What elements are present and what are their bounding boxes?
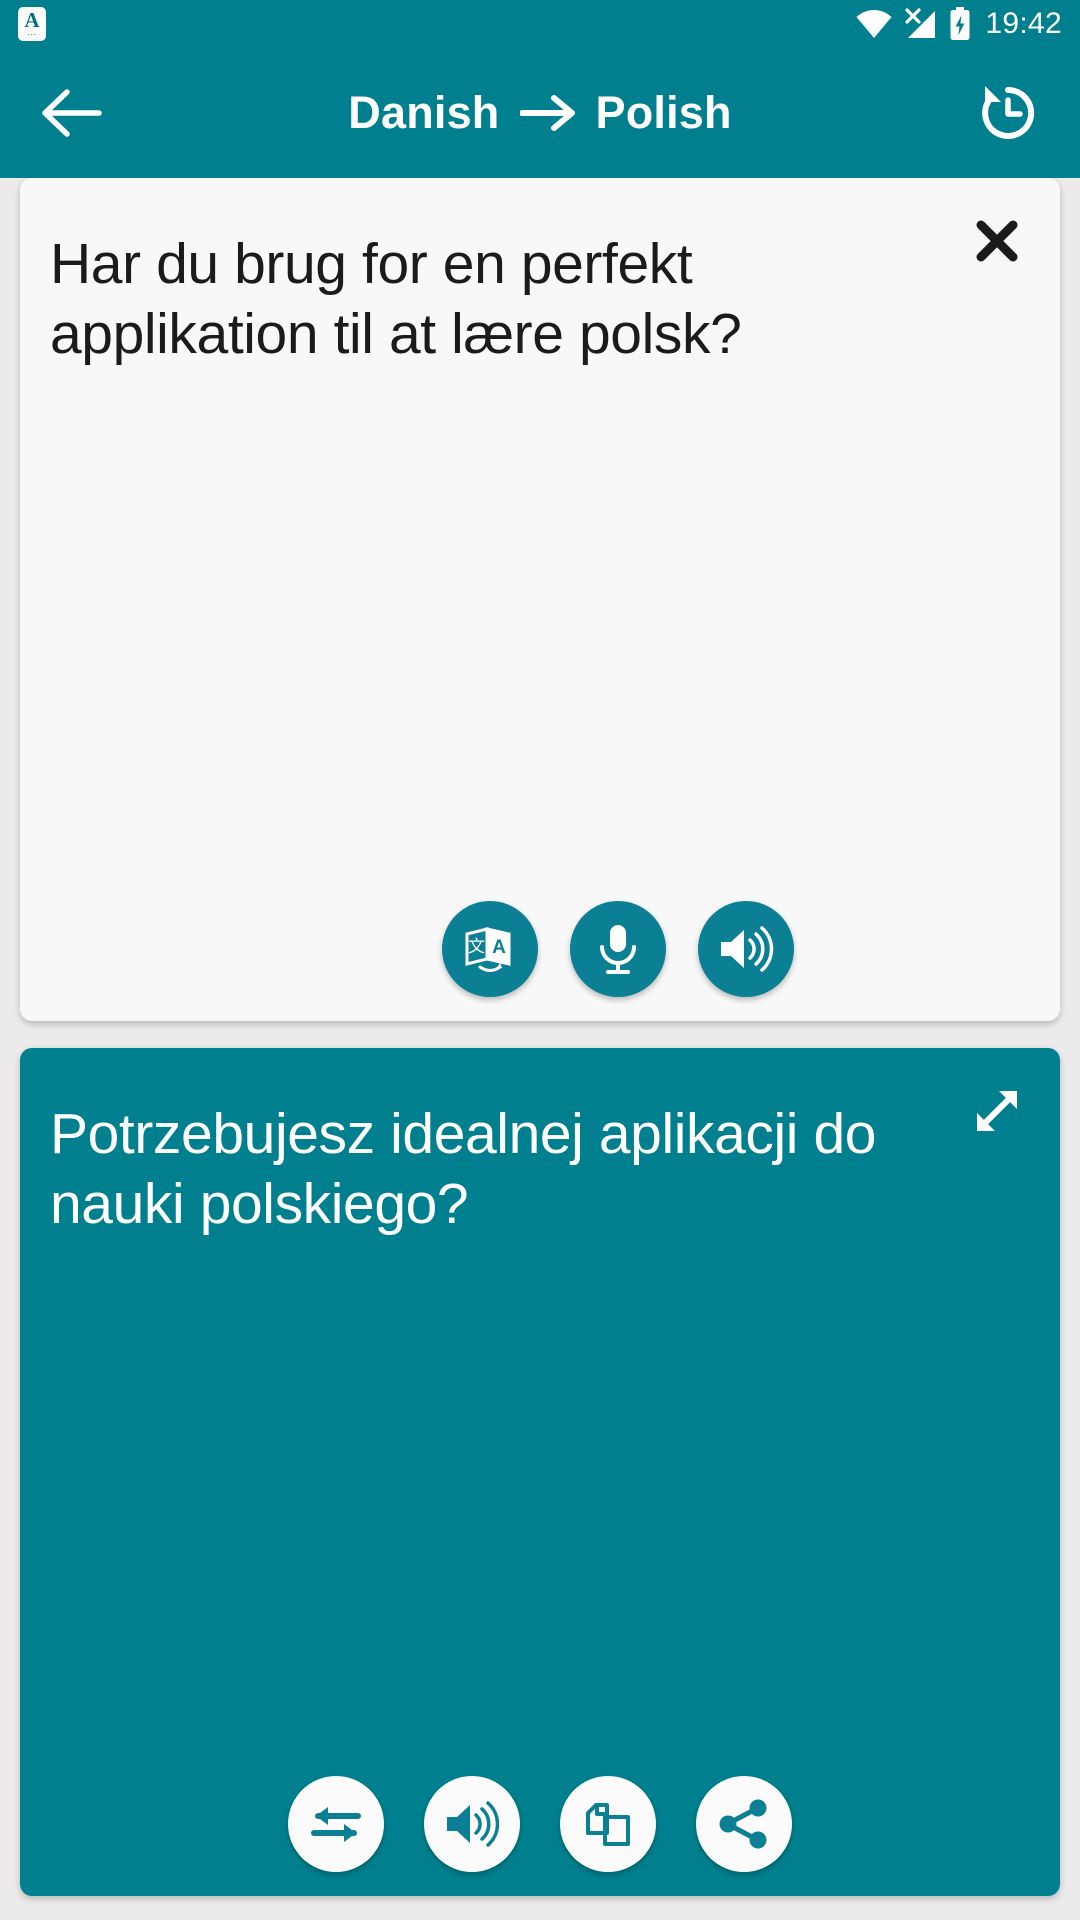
history-button[interactable] bbox=[970, 75, 1046, 151]
target-language-label: Polish bbox=[595, 87, 732, 138]
clear-source-button[interactable] bbox=[960, 204, 1034, 278]
source-text[interactable]: Har du brug for en perfekt applikation t… bbox=[50, 230, 960, 369]
app-notification-icon: A ... bbox=[18, 7, 46, 41]
translate-button[interactable]: 文 A bbox=[442, 901, 538, 997]
swap-languages-button[interactable] bbox=[288, 1776, 384, 1872]
app-notification-icon-dots: ... bbox=[27, 27, 37, 37]
source-language-label: Danish bbox=[348, 87, 500, 138]
microphone-button[interactable] bbox=[570, 901, 666, 997]
expand-translation-button[interactable] bbox=[960, 1074, 1034, 1148]
translation-content: Har du brug for en perfekt applikation t… bbox=[0, 178, 1080, 1920]
microphone-icon bbox=[592, 921, 644, 977]
status-bar-left: A ... bbox=[18, 7, 46, 41]
translated-text[interactable]: Potrzebujesz idealnej aplikacji do nauki… bbox=[50, 1100, 960, 1239]
speak-translation-button[interactable] bbox=[424, 1776, 520, 1872]
arrow-right-icon bbox=[519, 94, 576, 132]
translate-icon: 文 A bbox=[462, 921, 518, 977]
battery-charging-icon bbox=[949, 7, 971, 41]
back-button[interactable] bbox=[34, 75, 110, 151]
speak-source-button[interactable] bbox=[698, 901, 794, 997]
status-bar-clock: 19:42 bbox=[985, 7, 1062, 40]
app-bar-title[interactable]: Danish Polish bbox=[110, 87, 970, 139]
swap-arrows-icon bbox=[308, 1800, 364, 1848]
share-button[interactable] bbox=[696, 1776, 792, 1872]
arrow-left-icon bbox=[41, 89, 103, 137]
status-bar: A ... 19:42 bbox=[0, 0, 1080, 48]
speaker-icon bbox=[717, 923, 775, 975]
cellular-no-sim-icon bbox=[904, 8, 938, 40]
svg-text:文: 文 bbox=[468, 937, 485, 956]
status-bar-right: 19:42 bbox=[855, 7, 1062, 41]
source-text-card[interactable]: Har du brug for en perfekt applikation t… bbox=[20, 178, 1060, 1021]
source-action-buttons: 文 A bbox=[20, 901, 1080, 997]
copy-button[interactable] bbox=[560, 1776, 656, 1872]
expand-fullscreen-icon bbox=[969, 1083, 1025, 1139]
wifi-icon bbox=[855, 9, 893, 39]
close-icon bbox=[972, 216, 1022, 266]
svg-text:A: A bbox=[492, 937, 506, 958]
copy-icon bbox=[581, 1797, 635, 1851]
share-icon bbox=[717, 1797, 771, 1851]
speaker-icon bbox=[443, 1798, 501, 1850]
history-icon bbox=[977, 82, 1039, 144]
app-bar: Danish Polish bbox=[0, 48, 1080, 178]
translation-card[interactable]: Potrzebujesz idealnej aplikacji do nauki… bbox=[20, 1048, 1060, 1896]
translation-action-buttons bbox=[20, 1776, 1060, 1872]
